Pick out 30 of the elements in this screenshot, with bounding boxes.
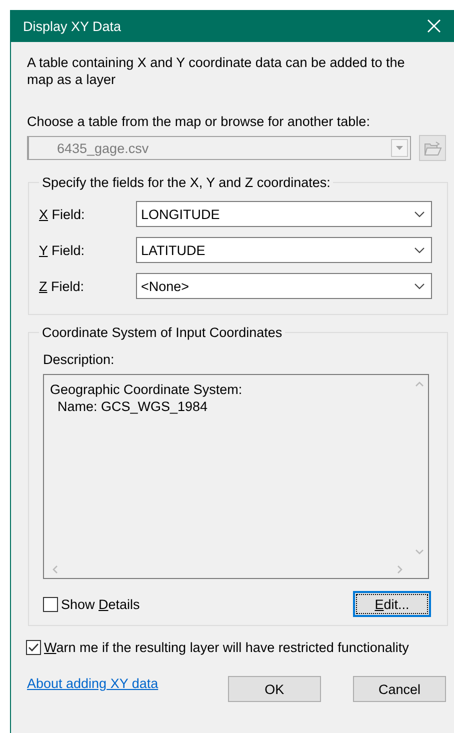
scroll-down-icon: [415, 549, 424, 555]
checkbox-label[interactable]: Show Details: [61, 596, 140, 612]
intro-text: A table containing X and Y coordinate data can be added to the map as a layer: [27, 54, 406, 88]
field-label: Z Field:: [39, 278, 86, 294]
checkbox[interactable]: [43, 596, 58, 612]
scroll-up-icon: [415, 381, 424, 387]
group-title: Coordinate System of Input Coordinates: [41, 325, 284, 340]
table-prompt: Choose a table from the map or browse for another table:: [27, 114, 371, 129]
description-label: Description:: [43, 352, 114, 367]
dialog-button[interactable]: Cancel: [352, 676, 446, 702]
checkbox[interactable]: [26, 640, 41, 655]
edit-button[interactable]: Edit...: [353, 591, 431, 617]
field-label: X Field:: [39, 206, 86, 222]
field-dropdown[interactable]: LONGITUDE: [136, 201, 432, 227]
folder-icon: [424, 140, 442, 156]
field-dropdown[interactable]: LATITUDE: [136, 237, 432, 263]
description-text: Geographic Coordinate System: Name: GCS_WGS_1984: [50, 381, 244, 415]
dialog-button[interactable]: OK: [228, 676, 321, 702]
help-link[interactable]: About adding XY data: [27, 676, 220, 691]
window-title: Display XY Data: [23, 18, 122, 34]
scroll-left-icon: [52, 565, 58, 574]
close-icon: [427, 19, 441, 33]
field-dropdown[interactable]: <None>: [136, 273, 432, 299]
scroll-right-icon: [397, 565, 403, 574]
chevron-down-icon: [414, 210, 425, 218]
checkbox-label[interactable]: Warn me if the resulting layer will have restricted functionality: [44, 640, 409, 655]
chevron-down-icon: [414, 282, 425, 290]
group-title: Specify the fields for the X, Y and Z coordinates:: [41, 175, 332, 190]
field-label: Y Field:: [39, 242, 86, 258]
chevron-down-icon: [414, 246, 425, 254]
